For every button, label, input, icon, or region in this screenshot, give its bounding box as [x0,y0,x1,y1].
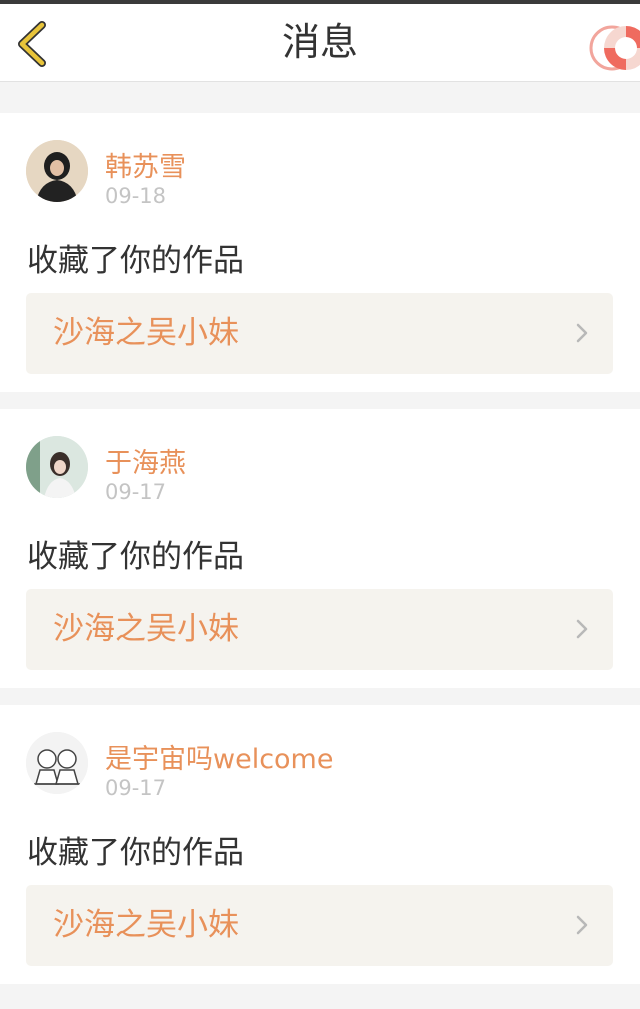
notification-date: 09-17 [105,776,167,800]
action-text: 收藏了你的作品 [27,835,244,871]
work-title: 沙海之吴小妹 [53,611,239,647]
lifebuoy-icon [589,25,640,71]
action-text: 收藏了你的作品 [27,539,244,575]
page-title: 消息 [281,20,358,64]
chevron-right-icon [576,323,588,343]
work-title: 沙海之吴小妹 [53,907,239,943]
action-text: 收藏了你的作品 [27,243,244,279]
avatar-image [26,732,88,794]
user-name[interactable]: 是宇宙吗welcome [105,737,333,776]
help-button[interactable] [586,18,640,78]
chevron-right-icon [576,619,588,639]
avatar-image [26,140,88,202]
notification-card: 韩苏雪 09-18 收藏了你的作品 沙海之吴小妹 [0,113,640,392]
back-button[interactable] [10,18,56,68]
chevron-left-icon [18,21,46,67]
header-bar: 消息 [0,4,640,82]
work-title: 沙海之吴小妹 [53,315,239,351]
user-name[interactable]: 韩苏雪 [105,145,186,184]
work-link[interactable]: 沙海之吴小妹 [26,293,613,374]
avatar[interactable] [26,732,88,794]
notification-card: 是宇宙吗welcome 09-17 收藏了你的作品 沙海之吴小妹 [0,705,640,984]
notification-date: 09-18 [105,184,167,208]
avatar[interactable] [26,140,88,202]
avatar-image [26,436,88,498]
notification-card: 于海燕 09-17 收藏了你的作品 沙海之吴小妹 [0,409,640,688]
notification-date: 09-17 [105,480,167,504]
user-name[interactable]: 于海燕 [105,441,186,480]
work-link[interactable]: 沙海之吴小妹 [26,885,613,966]
chevron-right-icon [576,915,588,935]
work-link[interactable]: 沙海之吴小妹 [26,589,613,670]
avatar[interactable] [26,436,88,498]
